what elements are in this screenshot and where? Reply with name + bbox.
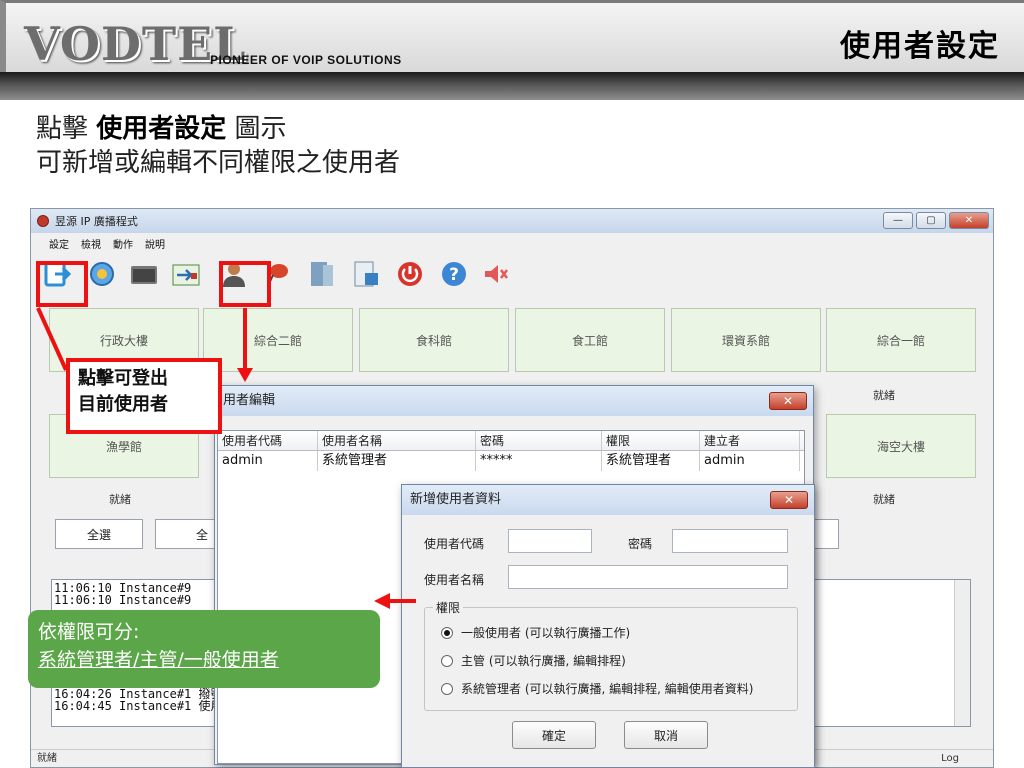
close-button[interactable]: ✕ [949,212,989,229]
menubar: 設定 檢視 動作 說明 [31,233,993,253]
log-scrollbar[interactable] [954,580,970,726]
col-user-id[interactable]: 使用者代碼 [218,431,318,450]
user-name-label: 使用者名稱 [424,573,485,587]
radio-dot [441,654,453,667]
help-icon[interactable]: ? [439,259,469,289]
status-maritime: 就緒 [873,493,895,506]
svg-text:?: ? [449,265,459,285]
slide: VODTEL PIONEER OF VOIP SOLUTIONS 使用者設定 點… [0,0,1024,768]
window-title: 昱源 IP 廣播程式 [55,215,138,228]
add-user-close-button[interactable]: ✕ [770,491,808,509]
maximize-button[interactable]: ▢ [916,212,946,229]
header-divider [0,72,1024,100]
building-maritime[interactable]: 海空大樓 [826,414,976,478]
schedule-icon[interactable] [351,259,381,289]
col-permission[interactable]: 權限 [602,431,700,450]
status-complex-1: 就緒 [873,389,895,402]
building-complex-2[interactable]: 綜合二館 [203,308,353,372]
radio-general-user[interactable]: 一般使用者 (可以執行廣播工作) [441,624,630,641]
col-password[interactable]: 密碼 [476,431,602,450]
menu-settings[interactable]: 設定 [49,236,69,251]
gear-icon[interactable] [87,259,117,289]
log-label: Log [941,753,959,764]
window-titlebar: 昱源 IP 廣播程式 — ▢ ✕ [31,209,993,233]
user-edit-title: 用者編輯 ✕ [215,386,813,416]
radio-dot [441,626,453,639]
user-settings-highlight [219,261,271,307]
tagline: PIONEER OF VOIP SOLUTIONS [210,53,402,67]
permission-callout: 依權限可分: 系統管理者/主管/一般使用者 [28,610,380,688]
page-title: 使用者設定 [840,29,1000,64]
intro-text: 點擊 使用者設定 圖示 可新增或編輯不同權限之使用者 [36,112,400,180]
permission-group-label: 權限 [433,599,464,616]
table-header: 使用者代碼 使用者名稱 密碼 權限 建立者 [218,431,804,451]
speaker-mute-icon[interactable] [481,259,511,289]
intro-line-1: 點擊 使用者設定 圖示 [36,114,287,144]
app-icon [37,215,49,227]
ok-button[interactable]: 確定 [512,721,596,749]
password-input[interactable] [672,529,788,553]
transfer-icon[interactable] [171,259,201,289]
cancel-button[interactable]: 取消 [624,721,708,749]
folder-icon[interactable] [129,259,159,289]
user-name-input[interactable] [508,565,788,589]
window-controls: — ▢ ✕ [883,212,989,229]
col-user-name[interactable]: 使用者名稱 [318,431,476,450]
server-icon[interactable] [307,259,337,289]
building-food-sci[interactable]: 食科館 [359,308,509,372]
header-band: VODTEL PIONEER OF VOIP SOLUTIONS 使用者設定 [0,0,1024,72]
select-partial-button[interactable]: 全 [155,519,215,549]
user-id-label: 使用者代碼 [424,537,485,551]
power-icon[interactable] [395,259,425,289]
permission-group: 權限 一般使用者 (可以執行廣播工作) 主管 (可以執行廣播, 編輯排程) 系統… [424,599,798,711]
building-complex-1[interactable]: 綜合一館 [826,308,976,372]
menu-view[interactable]: 檢視 [81,236,101,251]
col-creator[interactable]: 建立者 [700,431,800,450]
menu-help[interactable]: 說明 [145,236,165,251]
add-user-title: 新增使用者資料 ✕ [402,485,814,515]
password-label: 密碼 [628,537,653,551]
status-text: 就緒 [37,753,57,764]
toolbar: ? [31,253,993,297]
building-env[interactable]: 環資系館 [671,308,821,372]
radio-supervisor[interactable]: 主管 (可以執行廣播, 編輯排程) [441,652,626,669]
menu-action[interactable]: 動作 [113,236,133,251]
user-id-input[interactable] [508,529,592,553]
select-all-button[interactable]: 全選 [55,519,143,549]
user-edit-close-button[interactable]: ✕ [769,392,807,410]
intro-line-2: 可新增或編輯不同權限之使用者 [36,148,401,178]
table-row[interactable]: admin 系統管理者 ***** 系統管理者 admin [218,451,804,471]
add-user-dialog: 新增使用者資料 ✕ 使用者代碼 密碼 使用者名稱 權限 一般使用者 (可以執行廣… [401,484,815,768]
logout-callout: 點擊可登出 目前使用者 [66,358,222,434]
logout-highlight [36,261,88,307]
radio-admin[interactable]: 系統管理者 (可以執行廣播, 編輯排程, 編輯使用者資料) [441,680,753,697]
status-fishery: 就緒 [109,493,131,506]
minimize-button[interactable]: — [883,212,913,229]
building-food-eng[interactable]: 食工館 [515,308,665,372]
radio-dot [441,682,453,695]
